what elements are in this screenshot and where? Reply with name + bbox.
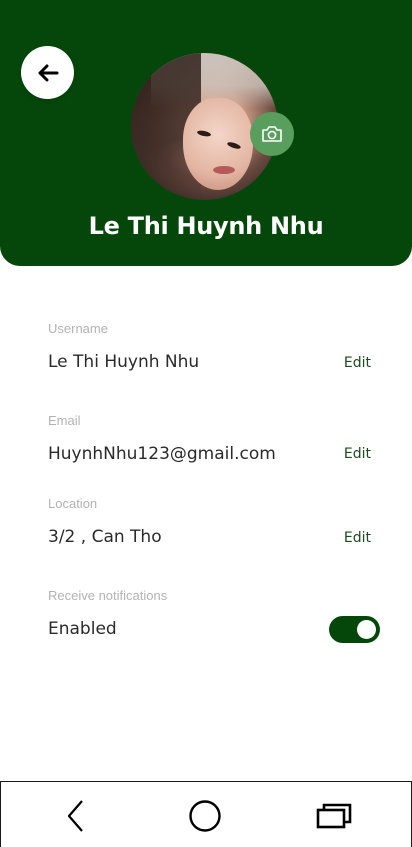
notifications-toggle[interactable] — [329, 616, 380, 643]
location-value: 3/2 , Can Tho — [48, 527, 162, 547]
recent-apps-icon — [316, 803, 352, 829]
email-label: Email — [48, 413, 81, 428]
edit-username-button[interactable]: Edit — [344, 355, 371, 371]
circle-home-icon — [189, 800, 221, 832]
back-button[interactable] — [21, 46, 74, 99]
email-field: Email HuynhNhu123@gmail.com Edit — [48, 413, 378, 473]
edit-email-button[interactable]: Edit — [344, 446, 371, 462]
camera-icon — [262, 126, 282, 142]
arrow-left-icon — [38, 64, 58, 81]
username-value: Le Thi Huynh Nhu — [48, 352, 200, 372]
nav-back-button[interactable] — [54, 796, 98, 836]
profile-header: Le Thi Huynh Nhu — [0, 0, 412, 266]
location-field: Location 3/2 , Can Tho Edit — [48, 496, 378, 556]
notifications-value: Enabled — [48, 619, 117, 639]
location-label: Location — [48, 496, 98, 511]
system-navigation-bar — [0, 781, 412, 847]
email-value: HuynhNhu123@gmail.com — [48, 444, 276, 464]
notifications-label: Receive notifications — [48, 588, 168, 603]
toggle-knob — [357, 620, 376, 639]
change-photo-button[interactable] — [250, 112, 294, 156]
edit-location-button[interactable]: Edit — [344, 530, 371, 546]
chevron-left-icon — [67, 800, 83, 832]
nav-recents-button[interactable] — [312, 796, 356, 836]
profile-name: Le Thi Huynh Nhu — [88, 212, 324, 240]
notifications-field: Receive notifications Enabled — [48, 588, 378, 648]
username-label: Username — [48, 321, 108, 336]
nav-home-button[interactable] — [183, 796, 227, 836]
username-field: Username Le Thi Huynh Nhu Edit — [48, 321, 378, 381]
